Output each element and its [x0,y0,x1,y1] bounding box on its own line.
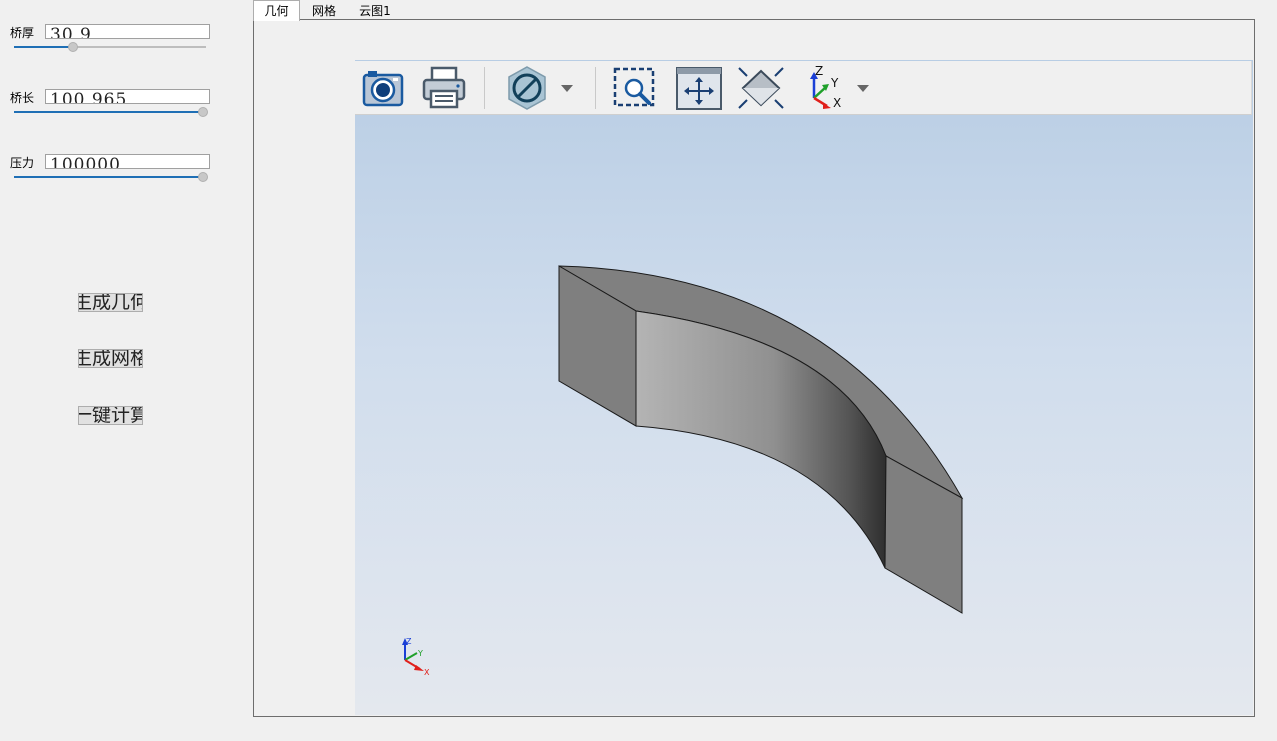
triad-z-label: Z [406,637,412,646]
view-toolbar: Z Y X [355,61,1252,115]
toolbar-separator [484,67,485,109]
toolbar-axis-x-label: X [833,96,841,110]
triad-x-label: X [424,668,430,675]
triad-y-label: Y [417,649,423,658]
length-input[interactable]: 100 965 [45,89,210,104]
length-slider-fill [14,111,203,113]
fit-all-icon[interactable] [674,65,724,111]
one-click-compute-button[interactable]: 一键计算 [78,406,143,425]
tab-geometry[interactable]: 几何 [253,0,300,21]
orientation-triad: Z Y X [402,637,430,675]
one-click-compute-label: 一键计算 [79,406,142,425]
3d-viewport[interactable]: Z Y X [355,60,1253,715]
length-label: 桥长 [10,91,35,105]
thickness-input[interactable]: 30 9 [45,24,210,39]
camera-icon[interactable] [358,65,408,111]
print-icon[interactable] [419,65,469,111]
axes-orientation-icon[interactable]: Z Y X [801,65,851,111]
tab-contour[interactable]: 云图1 [352,1,398,20]
generate-geometry-button[interactable]: 生成几何 [78,293,143,312]
tab-mesh[interactable]: 网格 [304,1,344,20]
generate-mesh-button[interactable]: 生成网格 [78,349,143,368]
pressure-label: 压力 [10,156,35,170]
thickness-slider[interactable] [14,42,206,52]
length-slider-handle[interactable] [198,107,208,117]
generate-mesh-label: 生成网格 [79,349,142,368]
zoom-area-icon[interactable] [610,65,660,111]
generate-geometry-label: 生成几何 [79,293,142,312]
hide-icon[interactable] [502,65,552,111]
toolbar-axis-z-label: Z [815,65,823,78]
dropdown-arrow-icon[interactable] [559,82,575,94]
reset-view-icon[interactable] [736,65,786,111]
thickness-label: 桥厚 [10,26,35,40]
pressure-slider[interactable] [14,172,208,182]
toolbar-axis-y-label: Y [830,76,839,90]
pressure-slider-handle[interactable] [198,172,208,182]
model-inner-face [635,310,887,569]
thickness-slider-handle[interactable] [68,42,78,52]
thickness-slider-fill [14,46,72,48]
toolbar-separator [595,67,596,109]
model-render [558,265,964,614]
pressure-input[interactable]: 100000 [45,154,210,169]
dropdown-arrow-icon[interactable] [855,82,871,94]
pressure-slider-fill [14,176,203,178]
length-slider[interactable] [14,107,208,117]
